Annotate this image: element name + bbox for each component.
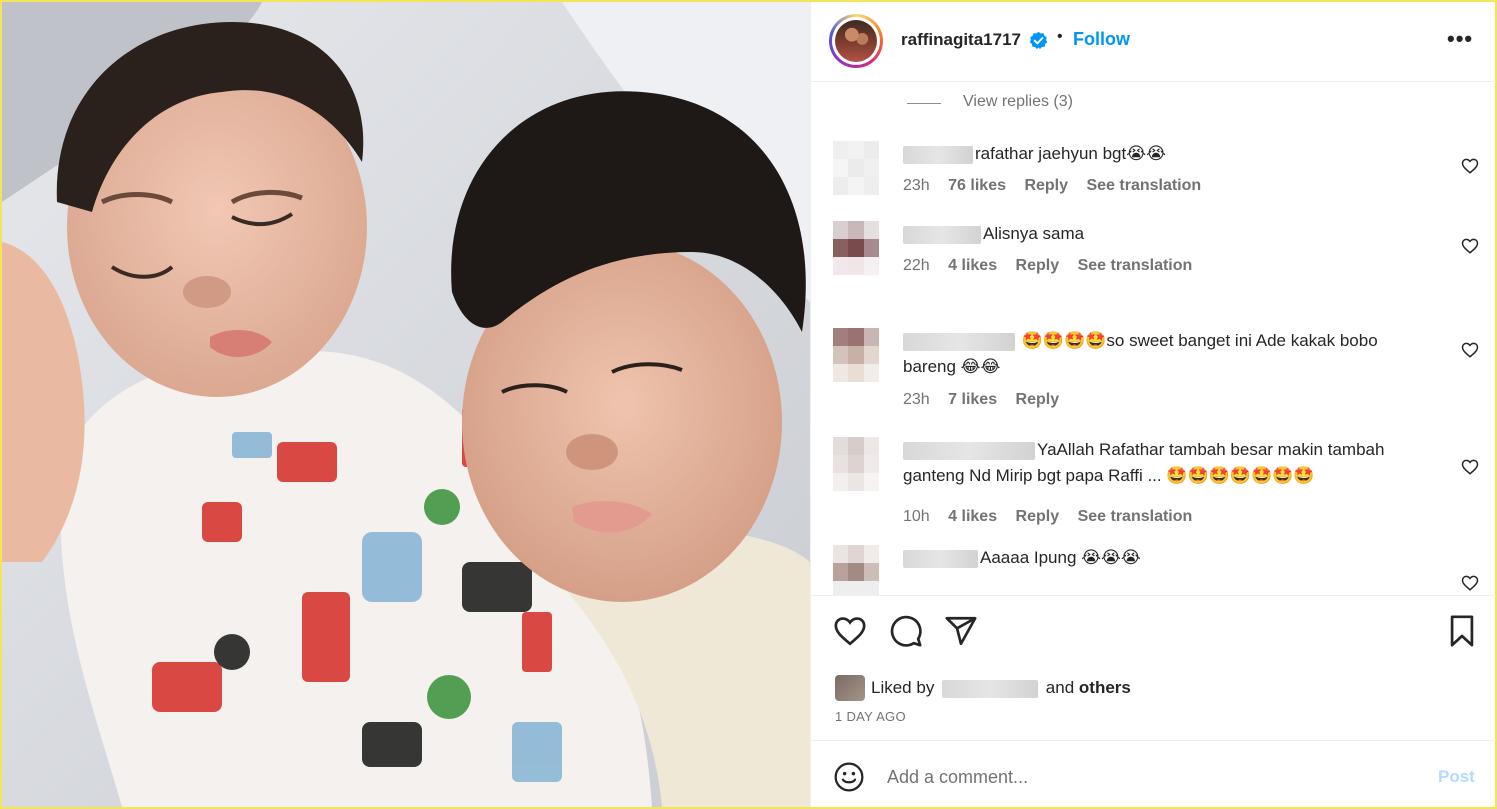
view-replies-line: [907, 103, 941, 104]
comment-content-line2: ganteng Nd Mirip bgt papa Raffi ... 🤩🤩🤩🤩…: [903, 466, 1315, 485]
comment-text: rafathar jaehyun bgt😭😭: [903, 141, 1443, 167]
more-options-icon[interactable]: •••: [1447, 26, 1473, 52]
comment-heart-icon[interactable]: [1461, 237, 1479, 255]
comment-avatar[interactable]: [833, 141, 879, 195]
comment-heart-icon[interactable]: [1461, 458, 1479, 476]
comment-meta: 23h 7 likes Reply: [903, 391, 1073, 409]
comment-likes[interactable]: 4 likes: [948, 508, 997, 525]
comment-avatar[interactable]: [833, 328, 879, 382]
heart-icon[interactable]: [833, 614, 867, 648]
reply-button[interactable]: Reply: [1016, 508, 1060, 525]
reply-button[interactable]: Reply: [1024, 177, 1068, 194]
separator-dot: •: [1057, 28, 1063, 45]
post-details-panel: raffinagita1717 • Follow ••• View replie…: [810, 2, 1496, 807]
avatar-inner-ring: [832, 17, 880, 65]
liked-by-text: Liked by and others: [871, 678, 1131, 698]
see-translation-button[interactable]: See translation: [1078, 508, 1193, 525]
post-date[interactable]: 1 DAY AGO: [835, 709, 906, 724]
redacted-liker[interactable]: [942, 679, 1039, 698]
comment-meta: 10h 4 likes Reply See translation: [903, 508, 1206, 526]
comment-content-line2: bareng 😂😂: [903, 357, 1001, 376]
comment-time: 10h: [903, 508, 930, 525]
comment-content-line1: 🤩🤩🤩🤩so sweet banget ini Ade kakak bobo: [1021, 331, 1378, 350]
comment-likes[interactable]: 76 likes: [948, 177, 1006, 194]
comment-avatar[interactable]: [833, 221, 879, 275]
comment-text: YaAllah Rafathar tambah besar makin tamb…: [903, 437, 1443, 489]
comment-likes[interactable]: 4 likes: [948, 257, 997, 274]
redacted-username[interactable]: [903, 549, 978, 568]
redacted-username[interactable]: [903, 332, 1015, 351]
profile-avatar[interactable]: [829, 14, 883, 68]
comment-heart-icon[interactable]: [1461, 157, 1479, 175]
comment-content-line1: YaAllah Rafathar tambah besar makin tamb…: [1037, 440, 1385, 459]
view-replies-link[interactable]: View replies (3): [963, 93, 1073, 111]
post-photo-illustration: [2, 2, 810, 807]
post-actions: Liked by and others 1 DAY AGO: [811, 595, 1496, 740]
post-header: raffinagita1717 • Follow •••: [811, 2, 1496, 82]
comment-text: Alisnya sama: [903, 221, 1443, 247]
comment-content: Alisnya sama: [983, 224, 1085, 243]
liked-by-others-link[interactable]: others: [1079, 678, 1131, 697]
bookmark-icon[interactable]: [1445, 614, 1479, 648]
comment-time: 22h: [903, 257, 930, 274]
post-button[interactable]: Post: [1438, 767, 1475, 787]
comment-avatar[interactable]: [833, 545, 879, 595]
comment-content: Aaaaa Ipung 😭😭😭: [980, 548, 1141, 567]
comment-input[interactable]: [887, 763, 1407, 791]
comments-list[interactable]: View replies (3) rafathar jaehyun bgt😭😭 …: [811, 83, 1496, 595]
comment-meta: 22h 4 likes Reply See translation: [903, 257, 1206, 275]
comment-text: 🤩🤩🤩🤩so sweet banget ini Ade kakak bobo b…: [903, 328, 1443, 380]
smiley-icon[interactable]: [833, 761, 865, 793]
comment-text: Aaaaa Ipung 😭😭😭: [903, 545, 1443, 571]
see-translation-button[interactable]: See translation: [1086, 177, 1201, 194]
comment-avatar[interactable]: [833, 437, 879, 491]
redacted-username[interactable]: [903, 441, 1035, 460]
comment-meta: 23h 76 likes Reply See translation: [903, 177, 1215, 195]
reply-button[interactable]: Reply: [1016, 257, 1060, 274]
comment-time: 23h: [903, 177, 930, 194]
avatar-image: [835, 20, 877, 62]
comment-heart-icon[interactable]: [1461, 574, 1479, 592]
post-username[interactable]: raffinagita1717: [901, 30, 1021, 50]
follow-button[interactable]: Follow: [1073, 29, 1130, 50]
see-translation-button[interactable]: See translation: [1078, 257, 1193, 274]
comment-likes[interactable]: 7 likes: [948, 391, 997, 408]
verified-badge-icon: [1029, 31, 1048, 50]
add-comment-bar: Post: [811, 740, 1496, 807]
liked-by-and: and: [1045, 678, 1075, 697]
share-icon[interactable]: [944, 614, 978, 648]
post-photo[interactable]: [2, 2, 810, 807]
comment-icon[interactable]: [889, 614, 923, 648]
comment-content: rafathar jaehyun bgt😭😭: [975, 144, 1166, 163]
liked-by-avatar[interactable]: [835, 675, 865, 701]
redacted-username[interactable]: [903, 225, 981, 244]
comment-heart-icon[interactable]: [1461, 341, 1479, 359]
reply-button[interactable]: Reply: [1016, 391, 1060, 408]
redacted-username[interactable]: [903, 145, 973, 164]
comment-time: 23h: [903, 391, 930, 408]
liked-by-label: Liked by: [871, 678, 935, 697]
